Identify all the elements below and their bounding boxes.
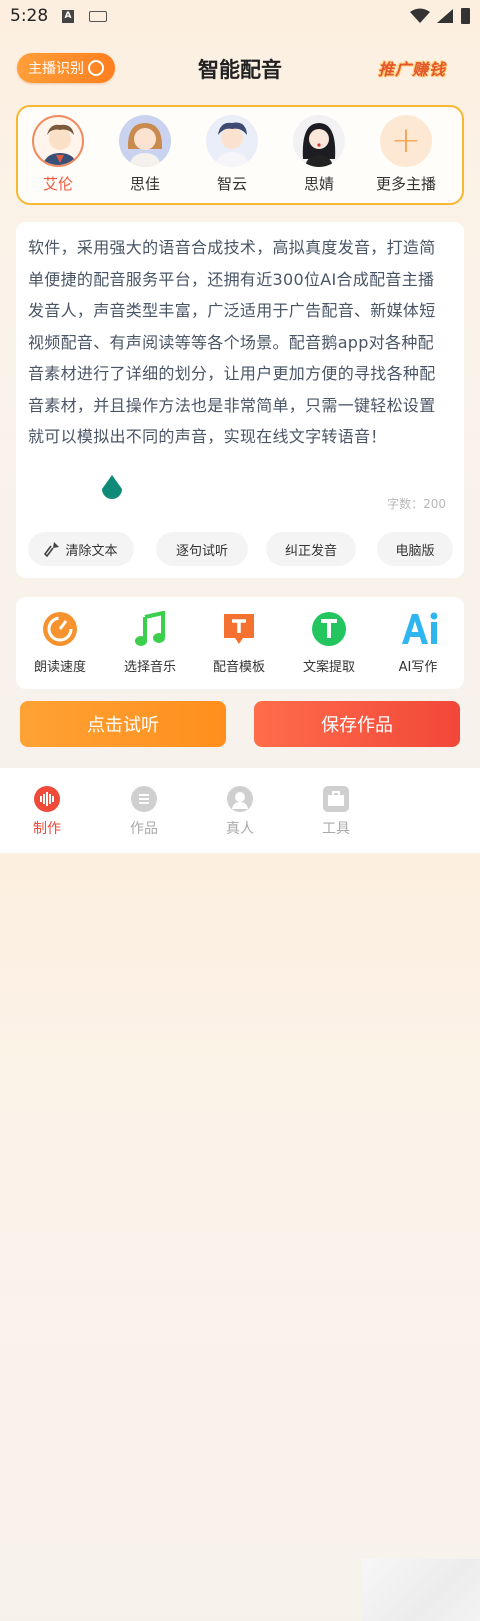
promo-earn-button[interactable]: 推广赚钱 — [378, 56, 446, 80]
anchor-name: 思佳 — [129, 175, 160, 193]
more-anchors-button[interactable]: + 更多主播 — [371, 115, 441, 194]
select-music-tool[interactable]: 选择音乐 — [110, 610, 190, 675]
anchor-avatar — [206, 115, 258, 167]
anchor-item[interactable]: 智云 — [197, 115, 267, 194]
list-icon — [131, 786, 157, 812]
anchor-selector: 艾伦 思佳 智云 思婧 + 更多主播 — [16, 105, 464, 205]
copy-extract-tool[interactable]: 文案提取 — [289, 611, 369, 675]
anchor-name: 艾伦 — [42, 175, 73, 193]
char-count: 字数：200 — [387, 497, 446, 511]
tab-works[interactable]: 作品 — [109, 786, 179, 838]
tools-panel: 朗读速度 选择音乐 配音模板 文案提取 AI写作 — [16, 597, 464, 689]
preview-button[interactable]: 点击试听 — [20, 701, 226, 747]
correct-pronunciation-button[interactable]: 纠正发音 — [266, 532, 356, 566]
keyboard-icon — [89, 11, 107, 22]
anchor-name: 智云 — [216, 175, 247, 193]
desktop-version-label: 电脑版 — [395, 543, 435, 559]
reading-speed-tool[interactable]: 朗读速度 — [20, 611, 100, 675]
host-recognition-label: 主播识别 — [28, 61, 84, 77]
broom-icon — [44, 542, 60, 557]
battery-icon — [461, 8, 470, 24]
tab-label: 工具 — [322, 821, 350, 837]
status-bar: 5:28 A — [0, 0, 480, 34]
music-note-icon — [132, 610, 168, 647]
anchor-item[interactable]: 思佳 — [110, 115, 180, 194]
toolbox-icon — [323, 786, 349, 812]
tool-label: 朗读速度 — [33, 660, 86, 675]
corner-overlay — [362, 1559, 480, 1621]
host-recognition-button[interactable]: 主播识别 — [17, 53, 115, 83]
template-icon — [221, 611, 257, 647]
dubbing-template-tool[interactable]: 配音模板 — [199, 611, 279, 675]
anchor-avatar — [32, 115, 84, 167]
tab-create[interactable]: 制作 — [12, 786, 82, 838]
bottom-tab-bar: 制作 作品 真人 工具 — [0, 768, 480, 1621]
anchor-name: 思婧 — [303, 175, 334, 193]
tab-tools[interactable]: 工具 — [301, 786, 371, 838]
anchor-avatar — [119, 115, 171, 167]
status-time: 5:28 — [10, 6, 49, 26]
sentence-preview-button[interactable]: 逐句试听 — [156, 532, 248, 566]
script-text-area[interactable]: 软件，采用强大的语音合成技术，高拟真度发音，打造简单便捷的配音服务平台，还拥有近… — [28, 232, 450, 453]
tab-label: 真人 — [226, 821, 254, 837]
correct-pronunciation-label: 纠正发音 — [284, 543, 337, 559]
tool-label: 文案提取 — [302, 660, 355, 675]
anchor-item[interactable]: 思婧 — [284, 115, 354, 194]
desktop-version-button[interactable]: 电脑版 — [377, 532, 453, 566]
header: 主播识别 智能配音 推广赚钱 — [0, 48, 480, 88]
person-icon — [227, 786, 253, 812]
plus-icon: + — [380, 115, 432, 167]
text-extract-icon — [311, 611, 347, 647]
tool-label: AI写作 — [398, 660, 438, 675]
anchor-item[interactable]: 艾伦 — [23, 115, 93, 194]
notification-a-icon: A — [62, 10, 74, 23]
clear-text-label: 清除文本 — [65, 543, 118, 559]
ai-writing-icon — [400, 611, 438, 647]
text-editor-card: 软件，采用强大的语音合成技术，高拟真度发音，打造简单便捷的配音服务平台，还拥有近… — [16, 222, 464, 578]
tab-label: 作品 — [130, 821, 158, 837]
tool-label: 配音模板 — [212, 660, 265, 675]
anchor-avatar — [293, 115, 345, 167]
ai-writing-tool[interactable]: AI写作 — [378, 611, 458, 675]
clear-text-button[interactable]: 清除文本 — [28, 532, 134, 566]
sentence-preview-label: 逐句试听 — [175, 543, 228, 559]
anchor-name: 更多主播 — [375, 175, 436, 193]
text-cursor-handle-icon[interactable] — [100, 474, 124, 504]
wifi-icon — [410, 8, 430, 23]
speedometer-icon — [42, 611, 78, 647]
tab-real-person[interactable]: 真人 — [205, 786, 275, 838]
tab-label: 制作 — [33, 821, 61, 837]
face-scan-icon — [88, 60, 104, 76]
tool-label: 选择音乐 — [123, 660, 176, 675]
signal-icon — [437, 9, 453, 23]
waveform-icon — [34, 786, 60, 812]
save-work-button[interactable]: 保存作品 — [254, 701, 460, 747]
